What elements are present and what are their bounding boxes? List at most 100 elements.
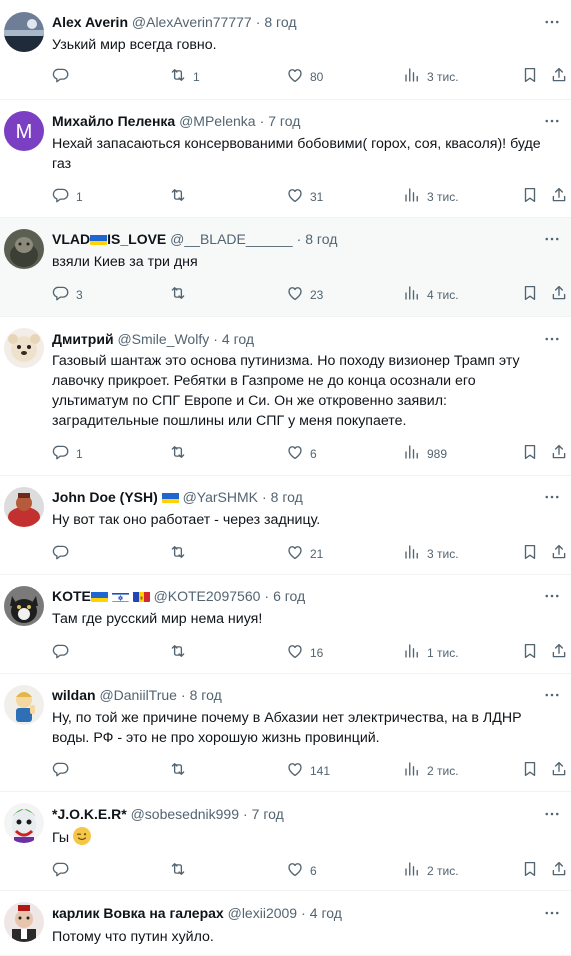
retweet-button[interactable] [169,860,193,881]
avatar[interactable] [4,902,44,942]
views-button[interactable]: 2 тис. [403,760,459,781]
reply-tweet[interactable]: карлик Вовка на галерах @lexii2009 · 4 год… [0,891,571,956]
reply-tweet[interactable]: M Михайло Пеленка @MPelenka · 7 год Нехай за… [0,100,571,218]
more-options-button[interactable] [543,587,561,605]
retweet-button[interactable] [169,443,193,464]
bookmark-button[interactable] [521,760,539,781]
author-handle[interactable]: @MPelenka [179,113,255,129]
like-button[interactable]: 21 [286,543,323,564]
more-options-button[interactable] [543,13,561,31]
more-options-button[interactable] [543,904,561,922]
like-button[interactable]: 80 [286,66,323,87]
author-name[interactable]: VLAD IS_LOVE [52,231,166,247]
author-handle[interactable]: @DaniilTrue [99,687,177,703]
reply-button[interactable] [52,66,76,87]
timestamp[interactable]: 6 год [273,588,305,604]
author-name[interactable]: Дмитрий [52,331,114,347]
share-button[interactable] [550,760,568,781]
share-button[interactable] [550,66,568,87]
more-options-button[interactable] [543,488,561,506]
retweet-button[interactable] [169,284,193,305]
bookmark-button[interactable] [521,443,539,464]
more-options-button[interactable] [543,330,561,348]
author-name[interactable]: KOTE [52,588,150,604]
timestamp[interactable]: 4 год [222,331,254,347]
author-name[interactable]: *J.O.K.E.R* [52,806,127,822]
timestamp[interactable]: 7 год [268,113,300,129]
avatar[interactable] [4,12,44,52]
avatar[interactable] [4,229,44,269]
reply-tweet[interactable]: VLAD IS_LOVE @__BLADE______ · 8 год взяли Ки… [0,218,571,317]
share-button[interactable] [550,186,568,207]
retweet-button[interactable] [169,642,193,663]
views-button[interactable]: 2 тис. [403,860,459,881]
reply-button[interactable]: 1 [52,443,83,464]
author-name[interactable]: карлик Вовка на галерах [52,905,224,921]
more-options-button[interactable] [543,805,561,823]
share-button[interactable] [550,642,568,663]
like-button[interactable]: 141 [286,760,330,781]
reply-tweet[interactable]: KOTE @KOTE2097560 · 6 год Там где русский м… [0,575,571,674]
timestamp[interactable]: 4 год [310,905,342,921]
more-options-button[interactable] [543,230,561,248]
reply-tweet[interactable]: *J.O.K.E.R* @sobesednik999 · 7 год Гы 6 2 ти… [0,792,571,891]
bookmark-button[interactable] [521,284,539,305]
author-name[interactable]: John Doe (YSH) [52,489,158,505]
avatar[interactable]: M [4,111,44,151]
share-button[interactable] [550,543,568,564]
avatar[interactable] [4,328,44,368]
like-button[interactable]: 6 [286,860,317,881]
author-name[interactable]: Alex Averin [52,14,128,30]
author-handle[interactable]: @lexii2009 [228,905,297,921]
reply-button[interactable]: 3 [52,284,83,305]
more-options-button[interactable] [543,112,561,130]
bookmark-button[interactable] [521,642,539,663]
author-handle[interactable]: @__BLADE______ [170,231,292,247]
views-button[interactable]: 3 тис. [403,543,459,564]
share-button[interactable] [550,860,568,881]
timestamp[interactable]: 8 год [305,231,337,247]
reply-tweet[interactable]: Alex Averin @AlexAverin77777 · 8 год Узький… [0,0,571,100]
timestamp[interactable]: 7 год [252,806,284,822]
views-button[interactable]: 3 тис. [403,186,459,207]
avatar[interactable] [4,803,44,843]
reply-button[interactable] [52,642,76,663]
more-options-button[interactable] [543,686,561,704]
views-button[interactable]: 3 тис. [403,66,459,87]
avatar[interactable] [4,586,44,626]
bookmark-button[interactable] [521,860,539,881]
author-handle[interactable]: @AlexAverin77777 [132,14,252,30]
timestamp[interactable]: 8 год [271,489,303,505]
reply-button[interactable] [52,543,76,564]
share-button[interactable] [550,443,568,464]
avatar[interactable] [4,685,44,725]
author-name[interactable]: Михайло Пеленка [52,113,175,129]
retweet-button[interactable] [169,760,193,781]
reply-button[interactable] [52,760,76,781]
author-handle[interactable]: @Smile_Wolfy [117,331,209,347]
bookmark-button[interactable] [521,66,539,87]
like-button[interactable]: 23 [286,284,323,305]
bookmark-button[interactable] [521,186,539,207]
reply-button[interactable] [52,860,76,881]
retweet-button[interactable] [169,186,193,207]
bookmark-button[interactable] [521,543,539,564]
like-button[interactable]: 16 [286,642,323,663]
author-handle[interactable]: @sobesednik999 [131,806,239,822]
reply-button[interactable]: 1 [52,186,83,207]
like-button[interactable]: 6 [286,443,317,464]
views-button[interactable]: 4 тис. [403,284,459,305]
views-button[interactable]: 989 [403,443,447,464]
retweet-button[interactable] [169,543,193,564]
reply-tweet[interactable]: John Doe (YSH) @YarSHMK · 8 год Ну вот так … [0,476,571,575]
share-button[interactable] [550,284,568,305]
retweet-button[interactable]: 1 [169,66,200,87]
views-button[interactable]: 1 тис. [403,642,459,663]
timestamp[interactable]: 8 год [264,14,296,30]
author-name[interactable]: wildan [52,687,96,703]
avatar[interactable] [4,487,44,527]
reply-tweet[interactable]: Дмитрий @Smile_Wolfy · 4 год Газовый шантаж… [0,317,571,476]
author-handle[interactable]: @YarSHMK [183,489,258,505]
timestamp[interactable]: 8 год [190,687,222,703]
like-button[interactable]: 31 [286,186,323,207]
